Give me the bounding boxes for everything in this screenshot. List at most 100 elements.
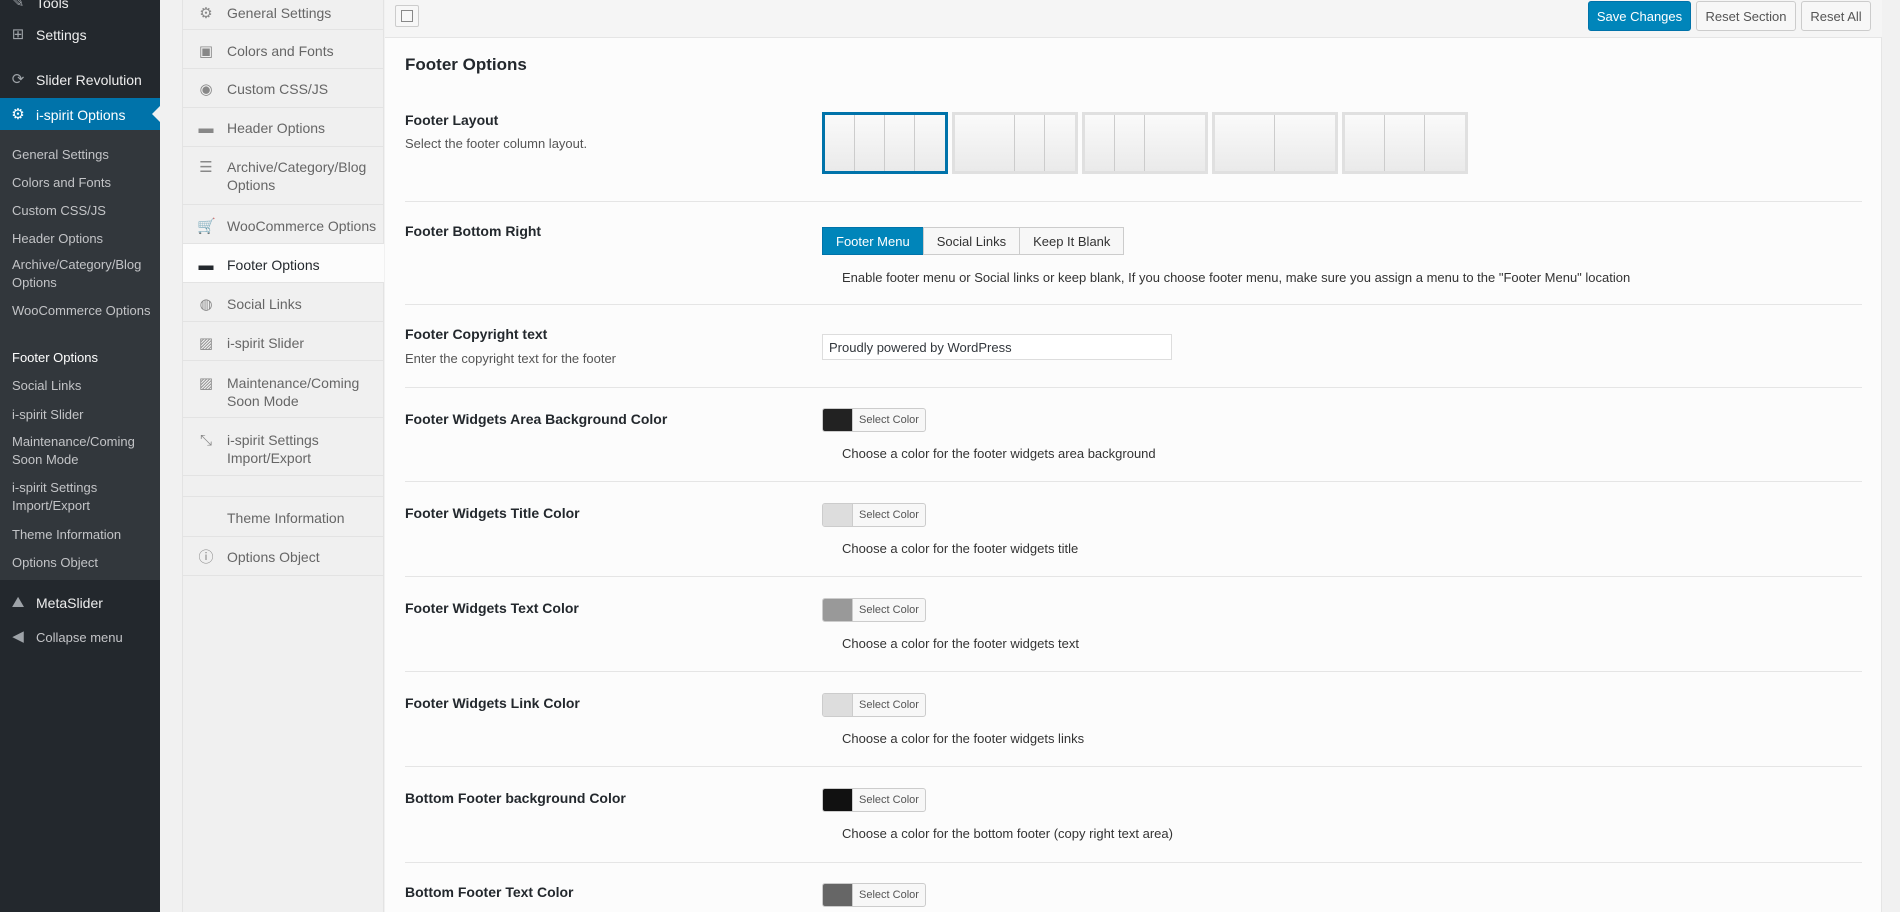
options-tab-archive-category-blog[interactable]: ☰ Archive/Category/Blog Options xyxy=(183,147,384,205)
color-swatch xyxy=(823,599,853,621)
color-row-label: Footer Widgets Title Color xyxy=(405,505,580,521)
select-color-label: Select Color xyxy=(859,889,919,901)
footer-layout-label: Footer Layout xyxy=(405,112,499,128)
select-color-label: Select Color xyxy=(859,604,919,616)
palette-icon: ▣ xyxy=(198,43,214,60)
admin-submenu-item[interactable]: Footer Options xyxy=(12,349,152,367)
color-swatch xyxy=(823,789,853,811)
collapse-menu[interactable]: ◀ Collapse menu xyxy=(0,622,160,652)
color-picker[interactable]: Select Color xyxy=(822,408,926,432)
footer-layout-option[interactable] xyxy=(1082,112,1208,174)
admin-menu-tools[interactable]: ✎ Tools xyxy=(0,0,160,18)
options-tab-general-settings[interactable]: ⚙ General Settings xyxy=(183,0,384,30)
options-tab-label: Header Options xyxy=(227,120,326,136)
options-tab-ispirit-slider[interactable]: ▨ i-spirit Slider xyxy=(183,322,384,361)
admin-submenu-item[interactable]: General Settings xyxy=(12,146,152,164)
admin-menu-settings[interactable]: ⊞ Settings xyxy=(0,20,160,50)
color-row-label: Footer Widgets Area Background Color xyxy=(405,411,668,427)
footer-bottom-right-desc: Enable footer menu or Social links or ke… xyxy=(842,270,1631,285)
color-row: Footer Widgets Area Background Color Cho… xyxy=(405,388,1862,482)
options-tab-header-options[interactable]: ▬ Header Options xyxy=(183,108,384,147)
admin-menu-slider-revolution-label: Slider Revolution xyxy=(36,72,142,88)
options-tab-label: i-spirit Settings Import/Export xyxy=(227,432,319,466)
image-icon: ▨ xyxy=(198,375,214,392)
options-tab-options-object[interactable]: ⓘ Options Object xyxy=(183,537,384,576)
admin-submenu-item[interactable]: WooCommerce Options xyxy=(12,302,152,320)
admin-menu: ✎ Tools ⊞ Settings ⟳ Slider Revolution ⚙… xyxy=(0,0,160,912)
keep-it-blank-option[interactable]: Keep It Blank xyxy=(1019,227,1125,255)
color-row-desc: Choose a color for the footer widgets te… xyxy=(842,636,1080,651)
color-picker[interactable]: Select Color xyxy=(822,503,926,527)
settings-icon: ⊞ xyxy=(11,26,25,43)
admin-menu-metaslider-label: MetaSlider xyxy=(36,595,103,611)
options-tab-label: Custom CSS/JS xyxy=(227,81,329,97)
color-row-label: Bottom Footer background Color xyxy=(405,790,626,806)
options-tab-theme-information[interactable]: Theme Information xyxy=(183,496,384,537)
gear-icon: ⚙ xyxy=(11,106,25,123)
footer-layout-option[interactable] xyxy=(1342,112,1468,174)
color-picker[interactable]: Select Color xyxy=(822,693,926,717)
options-main-panel: Save Changes Reset Section Reset All Foo… xyxy=(385,0,1882,912)
options-tab-label: i-spirit Slider xyxy=(227,335,305,351)
options-tab-footer-options[interactable]: ▬ Footer Options xyxy=(183,244,384,283)
options-tab-colors-fonts[interactable]: ▣ Colors and Fonts xyxy=(183,30,384,69)
options-tab-social-links[interactable]: ◍ Social Links xyxy=(183,283,384,322)
admin-submenu-item[interactable]: Maintenance/Coming Soon Mode xyxy=(12,433,152,469)
color-swatch xyxy=(823,504,853,526)
options-tab-maintenance[interactable]: ▨ Maintenance/Coming Soon Mode xyxy=(183,361,384,418)
admin-submenu-item[interactable]: Custom CSS/JS xyxy=(12,202,152,220)
color-picker[interactable]: Select Color xyxy=(822,598,926,622)
color-row-label: Footer Widgets Link Color xyxy=(405,695,580,711)
expand-icon xyxy=(401,10,413,22)
admin-submenu-item[interactable]: Theme Information xyxy=(12,526,152,544)
options-toolbar: Save Changes Reset Section Reset All xyxy=(385,0,1882,38)
social-links-option[interactable]: Social Links xyxy=(922,227,1021,255)
wrench-icon: ✎ xyxy=(11,0,25,11)
admin-menu-metaslider[interactable]: ⛰ MetaSlider xyxy=(0,588,160,618)
options-tab-import-export[interactable]: ⤡ i-spirit Settings Import/Export xyxy=(183,418,384,476)
footer-layout-desc: Select the footer column layout. xyxy=(405,136,588,151)
color-picker[interactable]: Select Color xyxy=(822,788,926,812)
color-picker[interactable]: Select Color xyxy=(822,883,926,907)
admin-submenu-item[interactable]: i-spirit Slider xyxy=(12,406,152,424)
options-tab-label: Footer Options xyxy=(227,257,320,273)
admin-menu-ispirit-options[interactable]: ⚙ i-spirit Options xyxy=(0,98,160,132)
select-color-label: Select Color xyxy=(859,699,919,711)
color-swatch xyxy=(823,694,853,716)
color-row-desc: Choose a color for the footer widgets li… xyxy=(842,731,1085,746)
admin-submenu-item[interactable]: Header Options xyxy=(12,230,152,248)
admin-submenu-item[interactable]: Social Links xyxy=(12,377,152,395)
gears-icon: ⚙ xyxy=(199,5,213,22)
options-tab-woocommerce[interactable]: 🛒 WooCommerce Options xyxy=(183,205,384,244)
admin-submenu-item[interactable]: Archive/Category/Blog Options xyxy=(12,256,152,292)
copyright-text-input[interactable]: Proudly powered by WordPress xyxy=(822,334,1172,360)
admin-submenu-item[interactable]: Options Object xyxy=(12,554,152,572)
save-changes-button[interactable]: Save Changes xyxy=(1588,1,1691,31)
admin-menu-slider-revolution[interactable]: ⟳ Slider Revolution xyxy=(0,65,160,95)
admin-submenu-item[interactable]: i-spirit Settings Import/Export xyxy=(12,479,152,515)
admin-submenu-item[interactable]: Colors and Fonts xyxy=(12,174,152,192)
footer-layout-option[interactable] xyxy=(952,112,1078,174)
reset-section-button[interactable]: Reset Section xyxy=(1696,1,1796,31)
cart-icon: 🛒 xyxy=(197,218,216,235)
select-color-label: Select Color xyxy=(859,509,919,521)
color-row: Footer Widgets Title Color Choose a colo… xyxy=(405,482,1862,577)
admin-submenu: General Settings Colors and Fonts Custom… xyxy=(0,130,160,580)
color-swatch xyxy=(823,409,853,431)
footer-bottom-right-buttonset: Footer Menu Social Links Keep It Blank xyxy=(822,227,1125,255)
reset-all-button[interactable]: Reset All xyxy=(1801,1,1871,31)
color-row: Footer Widgets Text Color Choose a color… xyxy=(405,577,1862,672)
expand-toggle-button[interactable] xyxy=(395,5,419,27)
options-tab-label: Colors and Fonts xyxy=(227,43,334,59)
footer-layout-option[interactable] xyxy=(822,112,948,174)
footer-layout-option[interactable] xyxy=(1212,112,1338,174)
options-tab-label: WooCommerce Options xyxy=(227,218,377,234)
options-tab-label: General Settings xyxy=(227,5,332,21)
options-tab-custom-css-js[interactable]: ◉ Custom CSS/JS xyxy=(183,69,384,108)
mountain-icon: ⛰ xyxy=(11,594,25,611)
color-row-desc: Choose a color for the footer widgets ar… xyxy=(842,446,1156,461)
footer-menu-option[interactable]: Footer Menu xyxy=(822,227,924,255)
code-icon: ◉ xyxy=(199,81,213,98)
options-tab-label: Options Object xyxy=(227,549,320,565)
copyright-label: Footer Copyright text xyxy=(405,326,548,342)
